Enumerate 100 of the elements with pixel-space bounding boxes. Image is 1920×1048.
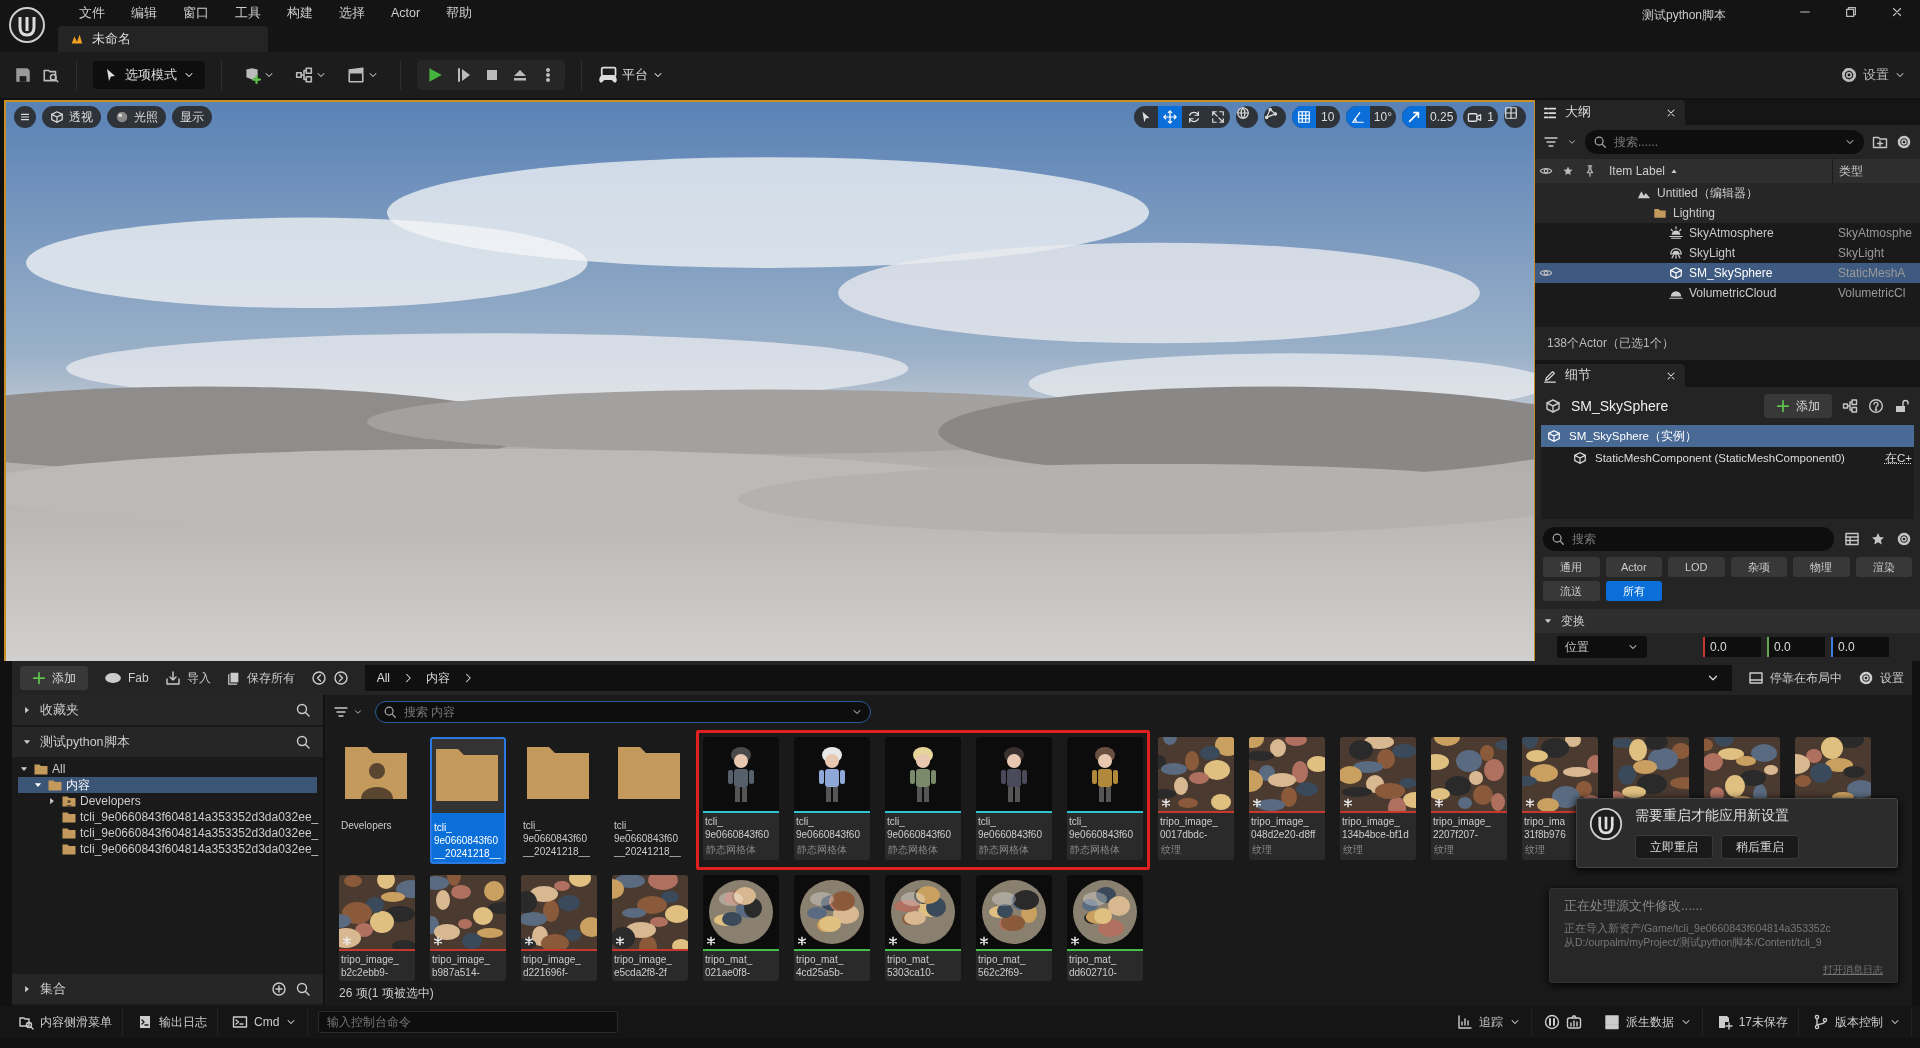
menu-item[interactable]: 文件 (66, 4, 118, 22)
show-button[interactable]: 显示 (172, 106, 212, 128)
actor-label[interactable]: SkyLight (1689, 246, 1736, 260)
search-field[interactable]: 搜索 (1543, 527, 1834, 551)
asset-name[interactable]: tripo_mat_ 4cd25a5b- (794, 951, 870, 981)
folder-row[interactable]: Lighting (1535, 203, 1920, 223)
command-button[interactable]: Cmd (222, 1008, 309, 1036)
content-drawer-button[interactable]: 内容侧滑菜单 (8, 1008, 123, 1036)
asset-name[interactable]: tcli_ 9e0660843f60 (794, 813, 870, 843)
asset-tile[interactable]: tripo_mat_ 021ae0f8- (703, 875, 779, 981)
settings-button[interactable]: 设置 (1840, 66, 1906, 84)
property-dropdown[interactable]: 位置 (1557, 636, 1647, 658)
actor-label[interactable]: SM_SkySphere (1689, 266, 1773, 280)
menu-item[interactable]: 编辑 (118, 4, 170, 22)
mode-dropdown[interactable]: 选项模式 (93, 61, 205, 89)
asset-name[interactable]: Developers (339, 811, 415, 839)
menu-item[interactable]: 工具 (222, 4, 274, 22)
lighting-mode-button[interactable]: 光照 (107, 106, 166, 128)
view-mode-button[interactable]: 透视 (42, 106, 101, 128)
asset-name[interactable]: tripo_image_ 0017dbdc- (1158, 813, 1234, 843)
asset-name[interactable]: tcli_ 9e0660843f60 (1067, 813, 1143, 843)
asset-tile[interactable]: tripo_mat_ 5303ca10- (885, 875, 961, 981)
component-note[interactable]: 在C+ (1884, 450, 1914, 466)
asset-name[interactable]: tripo_mat_ 021ae0f8- (703, 951, 779, 981)
notification-button[interactable]: 稍后重启 (1721, 835, 1799, 859)
actor-label[interactable]: Lighting (1673, 206, 1716, 220)
asset-name[interactable]: tripo_image_ d221696f- (521, 951, 597, 981)
asset-tile[interactable]: tripo_mat_ 562c2f69- (976, 875, 1052, 981)
asset-name[interactable]: tripo_image_ 134b4bce-bf1d (1340, 813, 1416, 843)
camera-speed-button[interactable]: 1 (1463, 106, 1498, 128)
asset-tile[interactable]: tripo_mat_ 4cd25a5b- (794, 875, 870, 981)
actor-label[interactable]: SkyAtmosphere (1689, 226, 1774, 240)
asset-tile[interactable]: tcli_ 9e0660843f60 静态网格体 (885, 737, 961, 860)
asset-name[interactable]: tripo_mat_ dd602710- (1067, 951, 1143, 981)
asset-name[interactable]: tcli_ 9e0660843f60 __20241218__ (521, 811, 597, 860)
component-row[interactable]: SM_SkySphere（实例） (1541, 425, 1914, 447)
menu-item[interactable]: 窗口 (170, 4, 222, 22)
number-field[interactable]: 0.0 (1703, 637, 1761, 657)
asset-tile[interactable]: tripo_image_ 048d2e20-d8ff 纹理 (1249, 737, 1325, 860)
asset-name[interactable]: tripo_mat_ 5303ca10- (885, 951, 961, 981)
filter-tab[interactable]: LOD (1668, 557, 1725, 577)
filter-tab[interactable]: 物理 (1793, 557, 1850, 577)
unsaved-button[interactable]: 17未保存 (1706, 1008, 1799, 1036)
asset-name[interactable]: tripo_image_ b987a514- (430, 951, 506, 981)
folder-label[interactable]: 内容 (66, 776, 90, 794)
asset-tile[interactable]: tcli_ 9e0660843f60 静态网格体 (794, 737, 870, 860)
asset-name[interactable]: tcli_ 9e0660843f60 __20241218__ (612, 811, 688, 860)
add-button[interactable]: 添加 (20, 666, 88, 690)
notification-button[interactable]: 立即重启 (1635, 835, 1713, 859)
breadcrumb-bar[interactable]: All 内容 (364, 665, 1732, 691)
selected-folder-row[interactable]: 内容 (18, 777, 317, 793)
import-button[interactable]: 导入 (164, 669, 211, 687)
column-header[interactable]: Item Label (1609, 164, 1666, 178)
add-component-button[interactable]: 添加 (1764, 394, 1832, 418)
asset-tile[interactable]: tripo_image_ b2c2ebb9- (339, 875, 415, 981)
selected-row[interactable]: SM_SkySphere StaticMeshA (1535, 263, 1920, 283)
asset-name[interactable]: tripo_image_ 048d2e20-d8ff (1249, 813, 1325, 843)
asset-name[interactable]: tcli_ 9e0660843f60 __20241218__ (432, 813, 504, 862)
asset-tile[interactable]: tcli_ 9e0660843f60 静态网格体 (976, 737, 1052, 860)
component-row[interactable]: StaticMeshComponent (StaticMeshComponent0) 在C+ (1541, 447, 1914, 469)
actor-label[interactable]: Untitled（编辑器） (1657, 184, 1758, 202)
trace-button[interactable]: 追踪 (1446, 1008, 1532, 1036)
search-field[interactable]: 搜索 内容 (375, 701, 871, 723)
asset-name[interactable]: tcli_ 9e0660843f60 (885, 813, 961, 843)
filter-tab[interactable]: 渲染 (1855, 557, 1912, 577)
collections-header[interactable]: 集合 (12, 974, 323, 1004)
folder-label[interactable]: Developers (80, 794, 141, 808)
settings-button[interactable]: 设置 (1858, 669, 1904, 687)
folder-label[interactable]: All (52, 762, 66, 776)
actor-label[interactable]: VolumetricCloud (1689, 286, 1777, 300)
menu-item[interactable]: 帮助 (433, 4, 486, 22)
breadcrumb-item[interactable]: All (376, 671, 391, 685)
outliner-tab[interactable]: 大纲 (1535, 100, 1685, 125)
breadcrumb-item[interactable]: 内容 (426, 669, 451, 687)
number-field[interactable]: 0.0 (1767, 637, 1825, 657)
asset-name[interactable]: tripo_image_ b2c2ebb9- (339, 951, 415, 981)
column-header[interactable]: 类型 (1839, 162, 1863, 180)
document-tab[interactable]: 未命名 (58, 26, 268, 52)
source-section-header[interactable]: 测试python脚本 (12, 727, 323, 757)
output-log-button[interactable]: 输出日志 (127, 1008, 218, 1036)
asset-tile[interactable]: tripo_image_ b987a514- (430, 875, 506, 981)
folder-row[interactable]: Untitled（编辑器） (1535, 183, 1920, 203)
asset-tile[interactable]: tcli_ 9e0660843f60 静态网格体 (1067, 737, 1143, 860)
asset-tile[interactable]: tripo_mat_ dd602710- (1067, 875, 1143, 981)
section-header[interactable]: 变换 (1535, 609, 1920, 633)
filter-tab[interactable]: Actor (1605, 557, 1662, 577)
asset-name[interactable]: tripo_mat_ 562c2f69- (976, 951, 1052, 981)
filter-tab[interactable]: 通用 (1543, 557, 1600, 577)
filter-tab[interactable]: 流送 (1543, 581, 1600, 601)
asset-tile[interactable]: tripo_image_ e5cda2f8-2f (612, 875, 688, 981)
folder-label[interactable]: tcli_9e0660843f604814a353352d3da032ee_ (80, 826, 319, 840)
number-field[interactable]: 0.0 (1831, 637, 1889, 657)
asset-tile[interactable]: tcli_ 9e0660843f60 静态网格体 (703, 737, 779, 860)
menu-item[interactable]: Actor (378, 6, 434, 20)
source-control-button[interactable]: 版本控制 (1803, 1008, 1912, 1036)
asset-tile[interactable]: tcli_ 9e0660843f60 __20241218__ (430, 737, 506, 864)
menu-item[interactable]: 构建 (274, 4, 326, 22)
filter-tab[interactable]: 所有 (1605, 581, 1662, 601)
console-field[interactable]: 输入控制台命令 (318, 1011, 619, 1033)
filter-tab[interactable]: 杂项 (1730, 557, 1787, 577)
